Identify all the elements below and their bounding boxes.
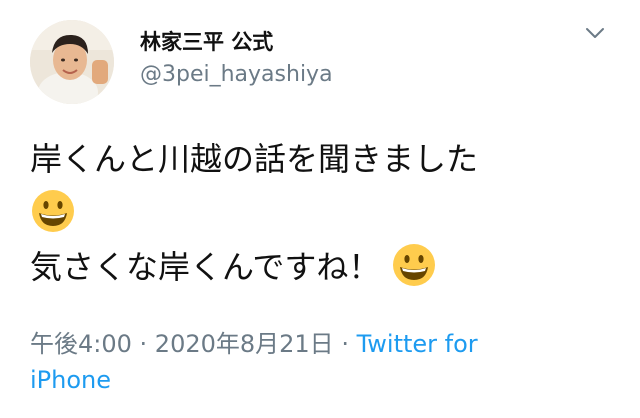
tweet-emoji-line xyxy=(30,186,620,240)
author-handle[interactable]: @3pei_hayashiya xyxy=(140,62,333,87)
meta-separator: · xyxy=(333,330,357,358)
grinning-face-icon xyxy=(391,242,437,288)
avatar-image xyxy=(30,20,114,104)
author-name[interactable]: 林家三平 公式 xyxy=(140,26,273,56)
tweet-date[interactable]: 2020年8月21日 xyxy=(155,330,334,358)
tweet-meta: 午後4:00 · 2020年8月21日 · Twitter for iPhone xyxy=(30,326,550,398)
meta-separator: · xyxy=(131,330,155,358)
avatar[interactable] xyxy=(30,20,114,104)
tweet-text-line: 気さくな岸くんですね！ xyxy=(30,240,620,294)
tweet-text-line: 岸くんと川越の話を聞きました xyxy=(30,140,479,178)
tweet-text: 岸くんと川越の話を聞きました 気さくな岸くんですね！ xyxy=(30,132,620,294)
tweet-time[interactable]: 午後4:00 xyxy=(30,330,132,358)
grinning-face-icon xyxy=(30,188,76,234)
chevron-down-icon[interactable] xyxy=(582,20,608,46)
